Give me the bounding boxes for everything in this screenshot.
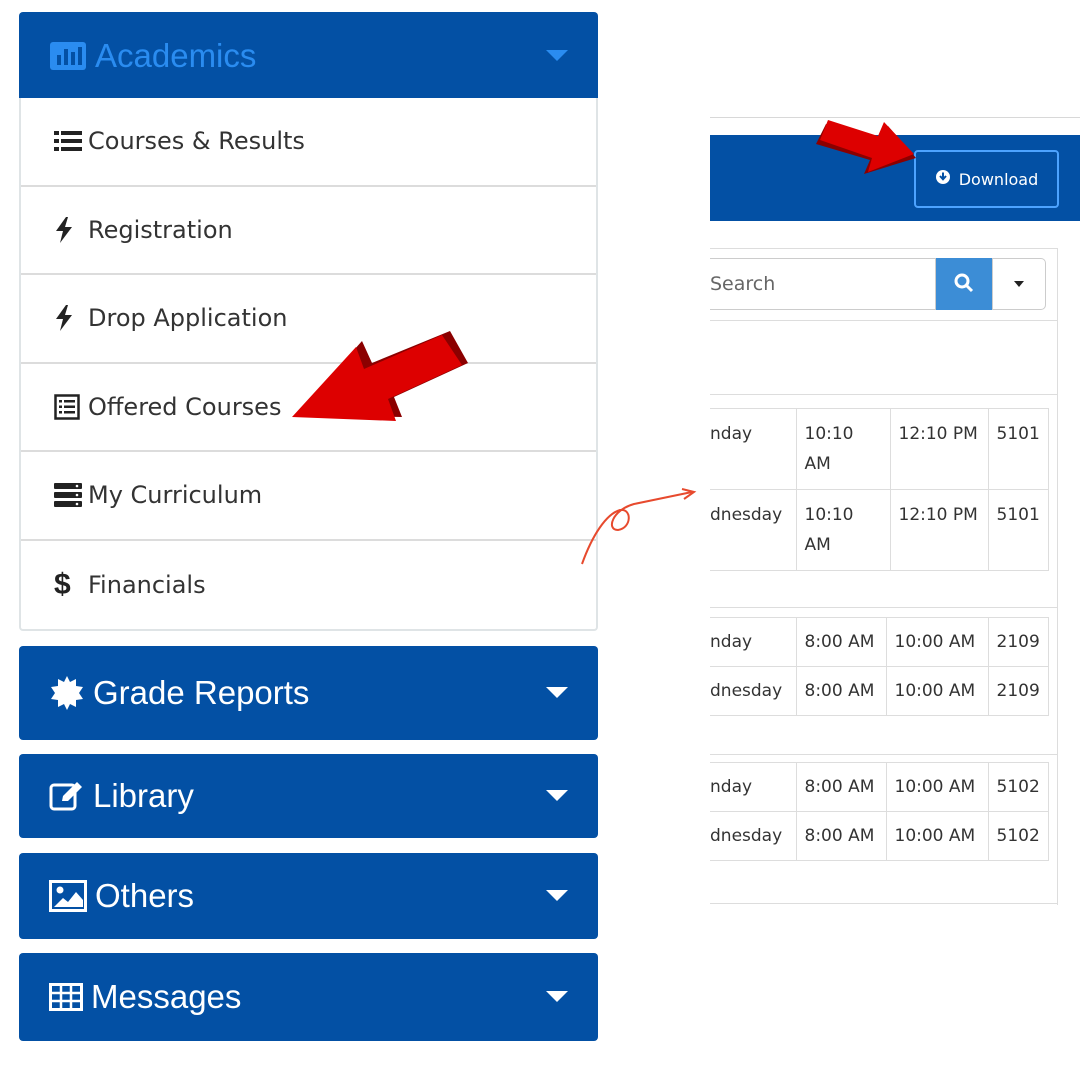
day-cell: dnesday — [710, 489, 797, 571]
divider — [710, 903, 1058, 904]
room-cell: 5102 — [987, 811, 1049, 861]
dollar-icon: $ — [54, 567, 71, 601]
table-icon — [49, 983, 83, 1011]
divider — [710, 754, 1058, 755]
chevron-down-icon[interactable] — [546, 991, 568, 1002]
server-icon — [54, 483, 88, 508]
library-panel-header[interactable]: Library — [19, 754, 598, 838]
menu-item-label: My Curriculum — [88, 481, 263, 510]
edit-icon — [49, 780, 85, 812]
end-time-cell: 10:00 AM — [885, 617, 989, 667]
schedule-table: nday 8:00 AM 10:00 AM 5102 dnesday 8:00 … — [710, 762, 1049, 861]
room-cell: 2109 — [987, 617, 1049, 667]
panel-title: Library — [93, 777, 194, 814]
menu-item-label: Registration — [88, 215, 233, 244]
menu-item-label: Courses & Results — [88, 127, 305, 156]
panel-title: Grade Reports — [93, 674, 310, 711]
academics-title: Academics — [95, 37, 257, 74]
chevron-down-icon[interactable] — [546, 790, 568, 801]
chevron-down-icon[interactable] — [546, 890, 568, 901]
day-cell: dnesday — [710, 811, 797, 861]
day-cell: nday — [710, 762, 797, 812]
search-options-dropdown[interactable] — [992, 258, 1046, 310]
search-icon — [954, 273, 974, 296]
table-row: dnesday 8:00 AM 10:00 AM 5102 — [710, 811, 1049, 861]
bolt-icon — [54, 216, 88, 243]
messages-panel-header[interactable]: Messages — [19, 953, 598, 1041]
search-bar — [710, 258, 1046, 310]
start-time-cell: 10:10 AM — [795, 489, 891, 571]
day-cell: dnesday — [710, 666, 797, 716]
chevron-down-icon[interactable] — [546, 50, 568, 61]
start-time-cell: 8:00 AM — [795, 666, 887, 716]
room-cell: 5102 — [987, 762, 1049, 812]
divider — [710, 607, 1058, 608]
table-row: nday 8:00 AM 10:00 AM 2109 — [710, 617, 1049, 667]
table-row: dnesday 8:00 AM 10:00 AM 2109 — [710, 666, 1049, 716]
schedule-table: nday 10:10 AM 12:10 PM 5101 dnesday 10:1… — [710, 408, 1049, 571]
chevron-down-icon[interactable] — [546, 687, 568, 698]
menu-item-label: Drop Application — [88, 304, 288, 333]
menu-item-my-curriculum[interactable]: My Curriculum — [21, 452, 596, 541]
table-row: dnesday 10:10 AM 12:10 PM 5101 — [710, 489, 1049, 571]
day-cell: nday — [710, 617, 797, 667]
table-row: nday 8:00 AM 10:00 AM 5102 — [710, 762, 1049, 812]
schedule-table: nday 8:00 AM 10:00 AM 2109 dnesday 8:00 … — [710, 617, 1049, 716]
bolt-icon — [54, 305, 88, 332]
document-list-icon — [54, 394, 88, 420]
end-time-cell: 10:00 AM — [885, 762, 989, 812]
menu-item-drop-application[interactable]: Drop Application — [21, 275, 596, 364]
grade-reports-panel-header[interactable]: Grade Reports — [19, 646, 598, 740]
start-time-cell: 10:10 AM — [795, 408, 891, 490]
academics-panel-header[interactable]: Academics — [19, 12, 598, 100]
search-input[interactable] — [710, 258, 936, 310]
divider — [710, 117, 1080, 118]
table-row: nday 10:10 AM 12:10 PM 5101 — [710, 408, 1049, 490]
end-time-cell: 12:10 PM — [889, 408, 989, 490]
start-time-cell: 8:00 AM — [795, 811, 887, 861]
image-icon — [49, 880, 87, 912]
others-panel-header[interactable]: Others — [19, 853, 598, 939]
end-time-cell: 12:10 PM — [889, 489, 989, 571]
menu-item-registration[interactable]: Registration — [21, 187, 596, 275]
room-cell: 5101 — [987, 489, 1049, 571]
download-button[interactable]: Download — [914, 150, 1059, 208]
end-time-cell: 10:00 AM — [885, 666, 989, 716]
bar-chart-icon — [49, 41, 87, 71]
menu-item-label: Financials — [88, 570, 206, 599]
room-cell: 2109 — [987, 666, 1049, 716]
download-icon — [935, 169, 951, 189]
academics-menu: Courses & Results Registration Drop Appl… — [19, 98, 598, 631]
menu-item-financials[interactable]: $ Financials — [21, 541, 596, 630]
panel-title: Others — [95, 877, 195, 914]
search-button[interactable] — [936, 258, 992, 310]
menu-item-offered-courses[interactable]: Offered Courses — [21, 364, 596, 452]
room-cell: 5101 — [987, 408, 1049, 490]
start-time-cell: 8:00 AM — [795, 762, 887, 812]
divider — [710, 394, 1058, 395]
day-cell: nday — [710, 408, 797, 490]
start-time-cell: 8:00 AM — [795, 617, 887, 667]
download-label: Download — [958, 169, 1039, 189]
certificate-icon — [49, 675, 85, 711]
divider — [710, 320, 1058, 321]
list-icon — [54, 130, 88, 152]
panel-title: Messages — [91, 978, 242, 1015]
menu-item-label: Offered Courses — [88, 392, 282, 421]
end-time-cell: 10:00 AM — [885, 811, 989, 861]
menu-item-courses-results[interactable]: Courses & Results — [21, 98, 596, 187]
caret-down-icon — [1014, 281, 1024, 287]
